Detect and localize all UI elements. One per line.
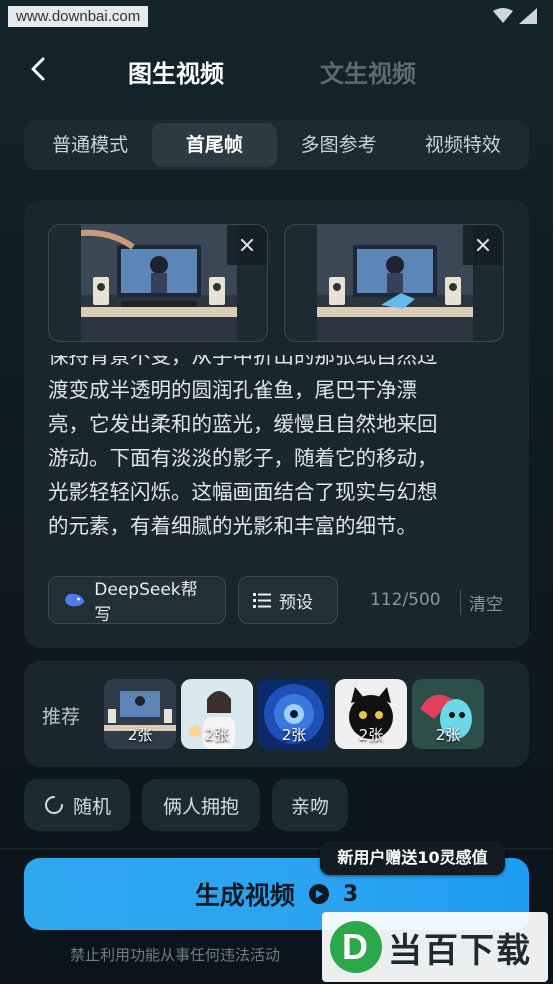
promo-badge: 新用户赠送10灵感值 bbox=[320, 841, 505, 875]
prompt-line: 亮，它发出柔和的蓝光，缓慢且自然地来回 bbox=[48, 412, 438, 436]
disclaimer: 禁止利用功能从事任何违法活动 bbox=[70, 946, 281, 964]
deepseek-whale-icon bbox=[64, 593, 85, 607]
credit-icon bbox=[308, 884, 329, 904]
preset-button[interactable]: 预设 bbox=[238, 576, 338, 624]
prompt-textarea[interactable]: 保持背景不变，从手中折出的那张纸自然过 渡变成半透明的圆润孔雀鱼，尾巴干净漂 亮… bbox=[48, 355, 508, 561]
tab-image-to-video[interactable]: 图生视频 bbox=[128, 54, 224, 89]
chip-hug[interactable]: 俩人拥抱 bbox=[142, 779, 260, 831]
recommend-item[interactable]: 2张 bbox=[181, 679, 253, 749]
back-button[interactable] bbox=[24, 54, 54, 84]
status-bar bbox=[493, 8, 537, 24]
char-counter: 112/500 bbox=[370, 590, 441, 610]
mode-multi-reference[interactable]: 多图参考 bbox=[277, 123, 401, 167]
chip-kiss[interactable]: 亲吻 bbox=[272, 779, 348, 831]
remove-last-frame-button[interactable] bbox=[463, 225, 503, 265]
deepseek-label: DeepSeek帮写 bbox=[94, 580, 198, 625]
mode-video-effects[interactable]: 视频特效 bbox=[401, 123, 525, 167]
wifi-icon bbox=[493, 8, 513, 23]
recommend-card: 推荐 2张 2张 2张 2张 2张 bbox=[24, 661, 529, 767]
remove-first-frame-button[interactable] bbox=[227, 225, 267, 265]
recommend-item[interactable]: 2张 bbox=[258, 679, 330, 749]
recommend-count: 2张 bbox=[435, 726, 461, 744]
preset-label: 预设 bbox=[279, 592, 313, 613]
recommend-count: 2张 bbox=[358, 726, 384, 744]
chevron-left-icon bbox=[31, 57, 45, 81]
generate-label: 生成视频 bbox=[194, 881, 295, 910]
watermark-url: www.downbai.com bbox=[8, 6, 149, 27]
recommend-label: 推荐 bbox=[42, 706, 81, 728]
logo-text: 当百下载 bbox=[388, 930, 532, 971]
header: 图生视频 文生视频 bbox=[0, 48, 553, 92]
prompt-line: 保持背景不变，从手中折出的那张纸自然过 bbox=[48, 355, 438, 368]
recommend-item[interactable]: 2张 bbox=[104, 679, 176, 749]
refresh-icon bbox=[45, 796, 63, 814]
logo-mark: D bbox=[330, 921, 382, 973]
prompt-card: 保持背景不变，从手中折出的那张纸自然过 渡变成半透明的圆润孔雀鱼，尾巴干净漂 亮… bbox=[24, 200, 529, 648]
last-frame-image bbox=[317, 225, 473, 341]
site-watermark-logo: D 当百下载 bbox=[322, 912, 548, 982]
prompt-line: 光影轻轻闪烁。这幅画面结合了现实与幻想 bbox=[48, 480, 438, 504]
prompt-line: 的元素，有着细腻的光影和丰富的细节。 bbox=[48, 514, 417, 538]
random-label: 随机 bbox=[72, 795, 111, 818]
first-frame-image bbox=[81, 225, 237, 341]
list-icon bbox=[253, 593, 271, 608]
prompt-line: 渡变成半透明的圆润孔雀鱼，尾巴干净漂 bbox=[48, 378, 417, 402]
chip-hug-label: 俩人拥抱 bbox=[162, 795, 239, 818]
mode-first-last-frame[interactable]: 首尾帧 bbox=[152, 123, 277, 167]
mode-normal[interactable]: 普通模式 bbox=[28, 123, 152, 167]
recommend-item[interactable]: 2张 bbox=[412, 679, 484, 749]
signal-icon bbox=[519, 8, 537, 24]
tab-text-to-video[interactable]: 文生视频 bbox=[320, 54, 416, 89]
first-frame-slot[interactable] bbox=[48, 224, 268, 342]
last-frame-slot[interactable] bbox=[284, 224, 504, 342]
clear-button[interactable]: 清空 bbox=[460, 590, 503, 615]
deepseek-write-button[interactable]: DeepSeek帮写 bbox=[48, 576, 226, 625]
recommend-count: 2张 bbox=[127, 726, 153, 744]
recommend-count: 2张 bbox=[204, 726, 230, 744]
recommend-count: 2张 bbox=[281, 726, 307, 744]
recommend-item[interactable]: 2张 bbox=[335, 679, 407, 749]
random-chip[interactable]: 随机 bbox=[24, 779, 130, 831]
mode-bar: 普通模式 首尾帧 多图参考 视频特效 bbox=[24, 120, 529, 170]
generate-cost: 3 bbox=[342, 881, 359, 907]
prompt-line: 游动。下面有淡淡的影子，随着它的移动， bbox=[48, 446, 438, 470]
chip-kiss-label: 亲吻 bbox=[290, 795, 329, 818]
